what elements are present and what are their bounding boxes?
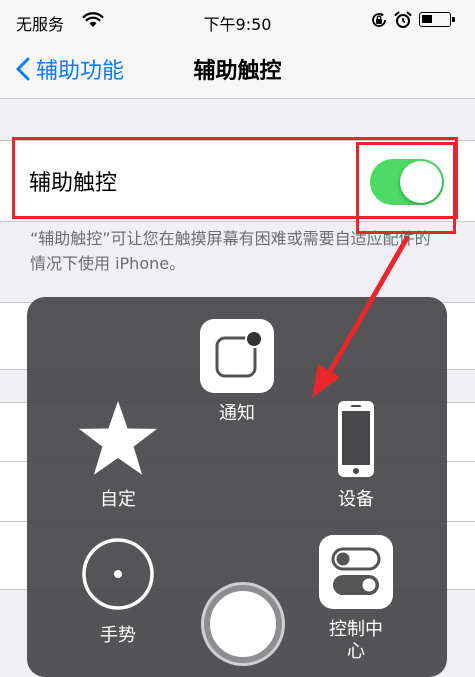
navigation-bar: 辅助功能 辅助触控 <box>0 42 475 99</box>
menu-item-custom[interactable]: 自定 <box>63 399 173 511</box>
home-button[interactable] <box>204 585 282 663</box>
star-icon <box>79 401 157 475</box>
rotation-lock-icon <box>372 12 386 27</box>
menu-item-label: 通知 <box>219 403 255 424</box>
iphone-device-icon <box>338 401 374 477</box>
menu-item-label: 手势 <box>100 625 136 646</box>
page-title: 辅助触控 <box>193 59 282 84</box>
menu-item-label: 设备 <box>338 489 374 510</box>
alarm-icon <box>394 11 412 28</box>
menu-item-notification[interactable]: 通知 <box>182 319 292 425</box>
menu-item-device[interactable]: 设备 <box>301 399 411 511</box>
gesture-icon <box>82 538 154 610</box>
highlight-box-switch <box>356 142 456 234</box>
menu-item-gesture[interactable]: 手势 <box>63 535 173 647</box>
battery-icon <box>419 12 455 27</box>
annotation-arrow-icon <box>312 235 410 398</box>
menu-item-control-center[interactable]: 控制中心 <box>301 535 411 663</box>
menu-item-label: 控制中心 <box>329 619 383 662</box>
status-bar: 无服务 下午9:50 <box>0 0 475 42</box>
menu-item-label: 自定 <box>100 489 136 510</box>
control-center-icon <box>319 535 393 609</box>
notification-icon <box>200 319 274 393</box>
